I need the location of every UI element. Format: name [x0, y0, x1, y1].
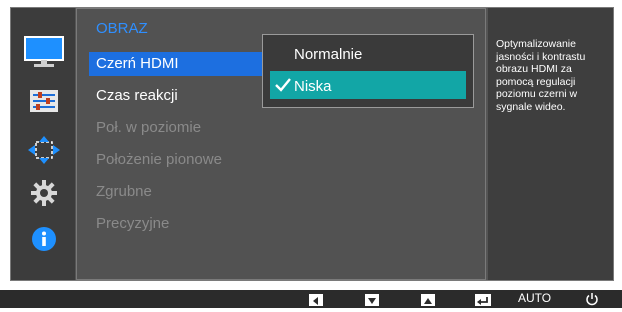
up-arrow-button[interactable] [421, 294, 435, 306]
auto-button[interactable]: AUTO [518, 291, 551, 305]
section-title: OBRAZ [96, 20, 148, 37]
down-arrow-button[interactable] [365, 294, 379, 306]
settings-list-icon[interactable] [30, 90, 58, 112]
left-arrow-button[interactable] [309, 294, 323, 306]
menu-item-vertical-position: Położenie pionowe [96, 151, 222, 168]
menu-item-hdmi-black[interactable]: Czerń HDMI [96, 55, 179, 72]
resize-arrows-icon[interactable] [28, 136, 60, 164]
info-icon[interactable] [32, 227, 56, 251]
submenu-option-low[interactable]: Niska [294, 78, 332, 95]
power-icon[interactable] [585, 292, 599, 306]
menu-item-fine: Precyzyjne [96, 215, 170, 232]
gear-icon[interactable] [31, 180, 57, 206]
menu-item-horizontal-position: Poł. w poziomie [96, 119, 202, 136]
monitor-icon[interactable] [24, 36, 64, 68]
description-text: Optymalizowanie jasności i kontrastu obr… [496, 38, 586, 113]
menu-item-response-time[interactable]: Czas reakcji [96, 87, 178, 104]
checkmark-icon [275, 77, 291, 93]
menu-item-coarse: Zgrubne [96, 183, 152, 200]
enter-button[interactable] [475, 294, 491, 306]
submenu-option-normal[interactable]: Normalnie [294, 46, 362, 63]
